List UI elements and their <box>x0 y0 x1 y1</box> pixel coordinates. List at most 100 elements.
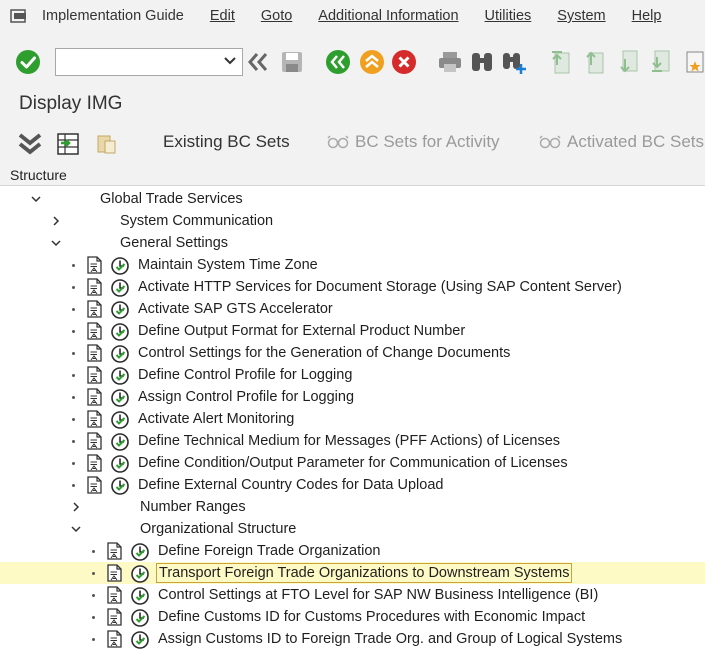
tree-activity-row[interactable]: Define Output Format for External Produc… <box>0 320 705 342</box>
tree-activity-row[interactable]: Define Technical Medium for Messages (PF… <box>0 430 705 452</box>
chevron-down-icon[interactable] <box>50 236 62 248</box>
sap-menu-icon[interactable] <box>8 7 30 25</box>
execute-activity-icon[interactable] <box>130 586 150 606</box>
existing-bc-sets-button[interactable]: Existing BC Sets <box>163 132 290 152</box>
tree-node-label[interactable]: Activate SAP GTS Accelerator <box>138 300 333 318</box>
save-icon[interactable] <box>278 48 306 76</box>
tree-node-label[interactable]: Transport Foreign Trade Organizations to… <box>156 563 573 583</box>
tree-node-label[interactable]: Define External Country Codes for Data U… <box>138 476 443 494</box>
tree-node-label[interactable]: Define Control Profile for Logging <box>138 366 352 384</box>
menu-goto[interactable]: Goto <box>261 8 292 24</box>
next-page-icon[interactable] <box>614 48 642 76</box>
tree-node-label[interactable]: System Communication <box>120 212 273 230</box>
chevron-down-icon[interactable] <box>30 192 42 204</box>
tree-node-label[interactable]: General Settings <box>120 234 228 252</box>
tree-activity-row[interactable]: Activate SAP GTS Accelerator <box>0 298 705 320</box>
tree-folder-row[interactable]: Organizational Structure <box>0 518 705 540</box>
tree-activity-row[interactable]: Maintain System Time Zone <box>0 254 705 276</box>
menu-additional-information[interactable]: Additional Information <box>318 8 458 24</box>
tree-node-label[interactable]: Assign Customs ID to Foreign Trade Org. … <box>158 630 622 648</box>
execute-activity-icon[interactable] <box>110 432 130 452</box>
execute-activity-icon[interactable] <box>110 388 130 408</box>
tree-node-label[interactable]: Control Settings for the Generation of C… <box>138 344 510 362</box>
execute-activity-icon[interactable] <box>130 542 150 562</box>
tree-node-label[interactable]: Maintain System Time Zone <box>138 256 318 274</box>
documentation-icon[interactable] <box>86 388 104 406</box>
documentation-icon[interactable] <box>106 586 124 604</box>
menu-edit[interactable]: Edit <box>210 8 235 24</box>
documentation-icon[interactable] <box>86 410 104 428</box>
tree-folder-row[interactable]: Number Ranges <box>0 496 705 518</box>
documentation-icon[interactable] <box>86 256 104 274</box>
execute-activity-icon[interactable] <box>110 300 130 320</box>
collapse-left-icon[interactable] <box>244 48 272 76</box>
documentation-icon[interactable] <box>86 454 104 472</box>
tree-node-label[interactable]: Global Trade Services <box>100 190 243 208</box>
enter-icon[interactable] <box>14 48 42 76</box>
execute-activity-icon[interactable] <box>130 564 150 584</box>
tree-node-label[interactable]: Define Output Format for External Produc… <box>138 322 465 340</box>
chevron-down-icon[interactable] <box>70 522 82 534</box>
execute-activity-icon[interactable] <box>110 366 130 386</box>
tree-activity-row[interactable]: Transport Foreign Trade Organizations to… <box>0 562 705 584</box>
expand-all-icon[interactable] <box>16 130 44 158</box>
documentation-icon[interactable] <box>106 608 124 626</box>
documentation-icon[interactable] <box>86 322 104 340</box>
tree-node-label[interactable]: Define Foreign Trade Organization <box>158 542 380 560</box>
execute-activity-icon[interactable] <box>130 630 150 650</box>
tree-activity-row[interactable]: Activate HTTP Services for Document Stor… <box>0 276 705 298</box>
tree-activity-row[interactable]: Define Foreign Trade Organization <box>0 540 705 562</box>
find-icon[interactable] <box>468 48 496 76</box>
activated-bc-sets-button[interactable]: Activated BC Sets <box>539 132 704 152</box>
first-page-icon[interactable] <box>546 48 574 76</box>
chevron-right-icon[interactable] <box>50 214 62 226</box>
tree-activity-row[interactable]: Control Settings at FTO Level for SAP NW… <box>0 584 705 606</box>
tree-node-label[interactable]: Organizational Structure <box>140 520 296 538</box>
tree-node-label[interactable]: Define Condition/Output Parameter for Co… <box>138 454 568 472</box>
print-icon[interactable] <box>436 48 464 76</box>
tree-node-label[interactable]: Number Ranges <box>140 498 246 516</box>
chevron-right-icon[interactable] <box>70 500 82 512</box>
tree-activity-row[interactable]: Define Condition/Output Parameter for Co… <box>0 452 705 474</box>
tree-node-label[interactable]: Activate Alert Monitoring <box>138 410 294 428</box>
documentation-icon[interactable] <box>86 432 104 450</box>
tree-node-label[interactable]: Assign Control Profile for Logging <box>138 388 354 406</box>
tree-activity-row[interactable]: Assign Customs ID to Foreign Trade Org. … <box>0 628 705 650</box>
documentation-icon[interactable] <box>106 564 124 582</box>
tree-folder-row[interactable]: General Settings <box>0 232 705 254</box>
command-field[interactable] <box>55 48 243 76</box>
tree-activity-row[interactable]: Activate Alert Monitoring <box>0 408 705 430</box>
tree-node-label[interactable]: Control Settings at FTO Level for SAP NW… <box>158 586 598 604</box>
execute-activity-icon[interactable] <box>110 410 130 430</box>
menu-help[interactable]: Help <box>632 8 662 24</box>
tree-activity-row[interactable]: Assign Control Profile for Logging <box>0 386 705 408</box>
cancel-icon[interactable] <box>390 48 418 76</box>
documentation-icon[interactable] <box>86 278 104 296</box>
execute-activity-icon[interactable] <box>110 454 130 474</box>
clipboard-icon[interactable] <box>92 130 120 158</box>
documentation-icon[interactable] <box>106 630 124 648</box>
exit-icon[interactable] <box>358 48 386 76</box>
chevron-down-icon[interactable] <box>224 56 236 66</box>
execute-activity-icon[interactable] <box>110 322 130 342</box>
back-icon[interactable] <box>324 48 352 76</box>
last-page-icon[interactable] <box>646 48 674 76</box>
tree-activity-row[interactable]: Define Customs ID for Customs Procedures… <box>0 606 705 628</box>
execute-activity-icon[interactable] <box>110 476 130 496</box>
execute-activity-icon[interactable] <box>110 256 130 276</box>
bc-sets-activity-button[interactable]: BC Sets for Activity <box>327 132 500 152</box>
tree-activity-row[interactable]: Define External Country Codes for Data U… <box>0 474 705 496</box>
tree-activity-row[interactable]: Control Settings for the Generation of C… <box>0 342 705 364</box>
tree-node-label[interactable]: Define Technical Medium for Messages (PF… <box>138 432 560 450</box>
execute-activity-icon[interactable] <box>110 278 130 298</box>
documentation-icon[interactable] <box>86 366 104 384</box>
menu-system[interactable]: System <box>557 8 605 24</box>
documentation-icon[interactable] <box>106 542 124 560</box>
execute-activity-icon[interactable] <box>110 344 130 364</box>
tree-folder-row[interactable]: System Communication <box>0 210 705 232</box>
find-next-icon[interactable] <box>500 48 528 76</box>
tree-folder-row[interactable]: Global Trade Services <box>0 188 705 210</box>
menu-implementation-guide[interactable]: Implementation Guide <box>42 8 184 24</box>
documentation-icon[interactable] <box>86 344 104 362</box>
documentation-icon[interactable] <box>86 300 104 318</box>
